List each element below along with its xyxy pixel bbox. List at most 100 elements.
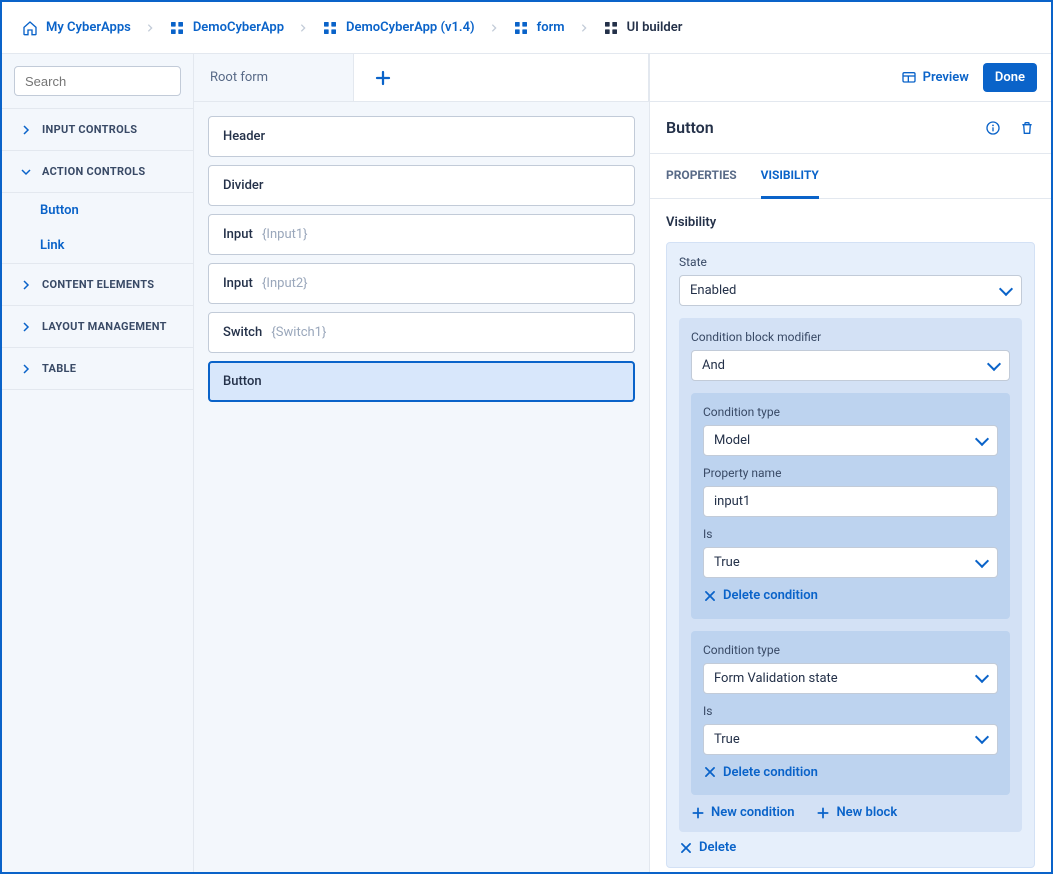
condition-type-select[interactable]: Model — [703, 425, 998, 456]
sidebar-group-label: CONTENT ELEMENTS — [42, 278, 154, 291]
tab-properties[interactable]: PROPERTIES — [666, 154, 737, 198]
preview-button[interactable]: Preview — [901, 70, 969, 86]
breadcrumb-item-my-cyberapps[interactable]: My CyberApps — [22, 20, 131, 36]
preview-icon — [901, 70, 917, 86]
plus-icon — [816, 806, 830, 820]
close-icon — [703, 765, 717, 779]
breadcrumb-item-version[interactable]: DemoCyberApp (v1.4) — [322, 20, 475, 36]
sidebar-group-table[interactable]: TABLE — [2, 348, 193, 390]
sidebar-group-label: LAYOUT MANAGEMENT — [42, 320, 167, 333]
breadcrumb-label: DemoCyberApp — [193, 20, 284, 35]
form-element-input1[interactable]: Input {Input1} — [208, 214, 635, 255]
breadcrumb-item-form[interactable]: form — [513, 20, 565, 36]
add-tab-button[interactable] — [374, 69, 392, 87]
canvas: Root form Header Divider Input {Input1} … — [194, 54, 650, 872]
is-select[interactable]: True — [703, 547, 998, 578]
tab-visibility[interactable]: VISIBILITY — [761, 154, 819, 199]
panel-title: Visibility — [666, 215, 1035, 230]
sidebar-group-label: TABLE — [42, 362, 76, 375]
selection-header: Button — [650, 102, 1051, 154]
right-panel: Preview Done Button PROPERTIES VISIBILIT… — [650, 54, 1051, 872]
modifier-select[interactable]: And — [691, 350, 1010, 381]
info-icon[interactable] — [985, 120, 1001, 136]
sidebar-group-label: ACTION CONTROLS — [42, 165, 146, 178]
chevron-right-icon — [294, 19, 312, 37]
breadcrumb-label: UI builder — [627, 20, 683, 35]
breadcrumb-label: form — [537, 20, 565, 35]
sidebar-sublist: Button Link — [2, 193, 193, 264]
sidebar-group-action-controls[interactable]: ACTION CONTROLS — [2, 151, 193, 193]
chevron-right-icon — [20, 363, 32, 375]
element-name: Input — [223, 227, 253, 242]
chevron-right-icon — [20, 279, 32, 291]
sidebar-group-input-controls[interactable]: INPUT CONTROLS — [2, 109, 193, 151]
is-label: Is — [703, 704, 998, 718]
grid-icon — [513, 20, 529, 36]
state-label: State — [679, 255, 1022, 269]
chevron-down-icon — [20, 166, 32, 178]
condition-card: Condition type Form Validation state Is … — [691, 631, 1010, 796]
condition-type-label: Condition type — [703, 643, 998, 657]
home-icon — [22, 20, 38, 36]
form-element-switch[interactable]: Switch {Switch1} — [208, 312, 635, 353]
form-element-input2[interactable]: Input {Input2} — [208, 263, 635, 304]
preview-label: Preview — [923, 70, 969, 85]
sidebar-item-button[interactable]: Button — [2, 193, 193, 228]
canvas-add-tab-area — [354, 54, 649, 101]
root-form-tab[interactable]: Root form — [194, 54, 354, 102]
done-button[interactable]: Done — [983, 63, 1037, 92]
delete-label: Delete — [699, 840, 736, 855]
search-input[interactable] — [23, 73, 203, 90]
sidebar-group-label: INPUT CONTROLS — [42, 123, 137, 136]
close-icon — [703, 589, 717, 603]
condition-type-label: Condition type — [703, 405, 998, 419]
sidebar-group-layout-management[interactable]: LAYOUT MANAGEMENT — [2, 306, 193, 348]
condition-type-select[interactable]: Form Validation state — [703, 663, 998, 694]
is-label: Is — [703, 527, 998, 541]
delete-condition-button[interactable]: Delete condition — [703, 588, 818, 603]
grid-icon — [322, 20, 338, 36]
chevron-right-icon — [20, 321, 32, 333]
new-block-label: New block — [836, 805, 897, 820]
sidebar-group-content-elements[interactable]: CONTENT ELEMENTS — [2, 264, 193, 306]
element-name: Switch — [223, 325, 262, 340]
chevron-right-icon — [485, 19, 503, 37]
is-select[interactable]: True — [703, 724, 998, 755]
element-id: {Switch1} — [271, 325, 326, 340]
element-id: {Input1} — [262, 227, 308, 242]
condition-card: Condition type Model Property name input… — [691, 393, 1010, 619]
chevron-right-icon — [141, 19, 159, 37]
chevron-right-icon — [20, 124, 32, 136]
element-name: Button — [223, 374, 262, 389]
dependency-card: State Enabled Condition block modifier A… — [666, 242, 1035, 868]
property-name-label: Property name — [703, 466, 998, 480]
chevron-right-icon — [575, 19, 593, 37]
delete-dependency-button[interactable]: Delete — [679, 840, 1022, 855]
grid-icon — [603, 20, 619, 36]
sidebar: INPUT CONTROLS ACTION CONTROLS Button Li… — [2, 54, 194, 872]
element-id: {Input2} — [262, 276, 308, 291]
plus-icon — [691, 806, 705, 820]
element-name: Divider — [223, 178, 263, 193]
element-name: Input — [223, 276, 253, 291]
close-icon — [679, 841, 693, 855]
condition-block: Condition block modifier And Condition t… — [679, 318, 1022, 832]
breadcrumb-item-democyberapp[interactable]: DemoCyberApp — [169, 20, 284, 36]
trash-icon[interactable] — [1019, 120, 1035, 136]
breadcrumb-label: My CyberApps — [46, 20, 131, 35]
new-block-button[interactable]: New block — [816, 805, 897, 820]
prop-tabs: PROPERTIES VISIBILITY — [650, 154, 1051, 199]
property-name-input[interactable]: input1 — [703, 486, 998, 517]
form-element-header[interactable]: Header — [208, 116, 635, 157]
modifier-label: Condition block modifier — [691, 330, 1010, 344]
delete-condition-button[interactable]: Delete condition — [703, 765, 818, 780]
selected-title: Button — [666, 118, 714, 137]
state-select[interactable]: Enabled — [679, 275, 1022, 306]
new-condition-button[interactable]: New condition — [691, 805, 794, 820]
sidebar-item-link[interactable]: Link — [2, 228, 193, 263]
form-elements-list: Header Divider Input {Input1} Input {Inp… — [194, 102, 649, 416]
form-element-button[interactable]: Button — [208, 361, 635, 402]
form-element-divider[interactable]: Divider — [208, 165, 635, 206]
element-name: Header — [223, 129, 265, 144]
canvas-header: Root form — [194, 54, 649, 102]
